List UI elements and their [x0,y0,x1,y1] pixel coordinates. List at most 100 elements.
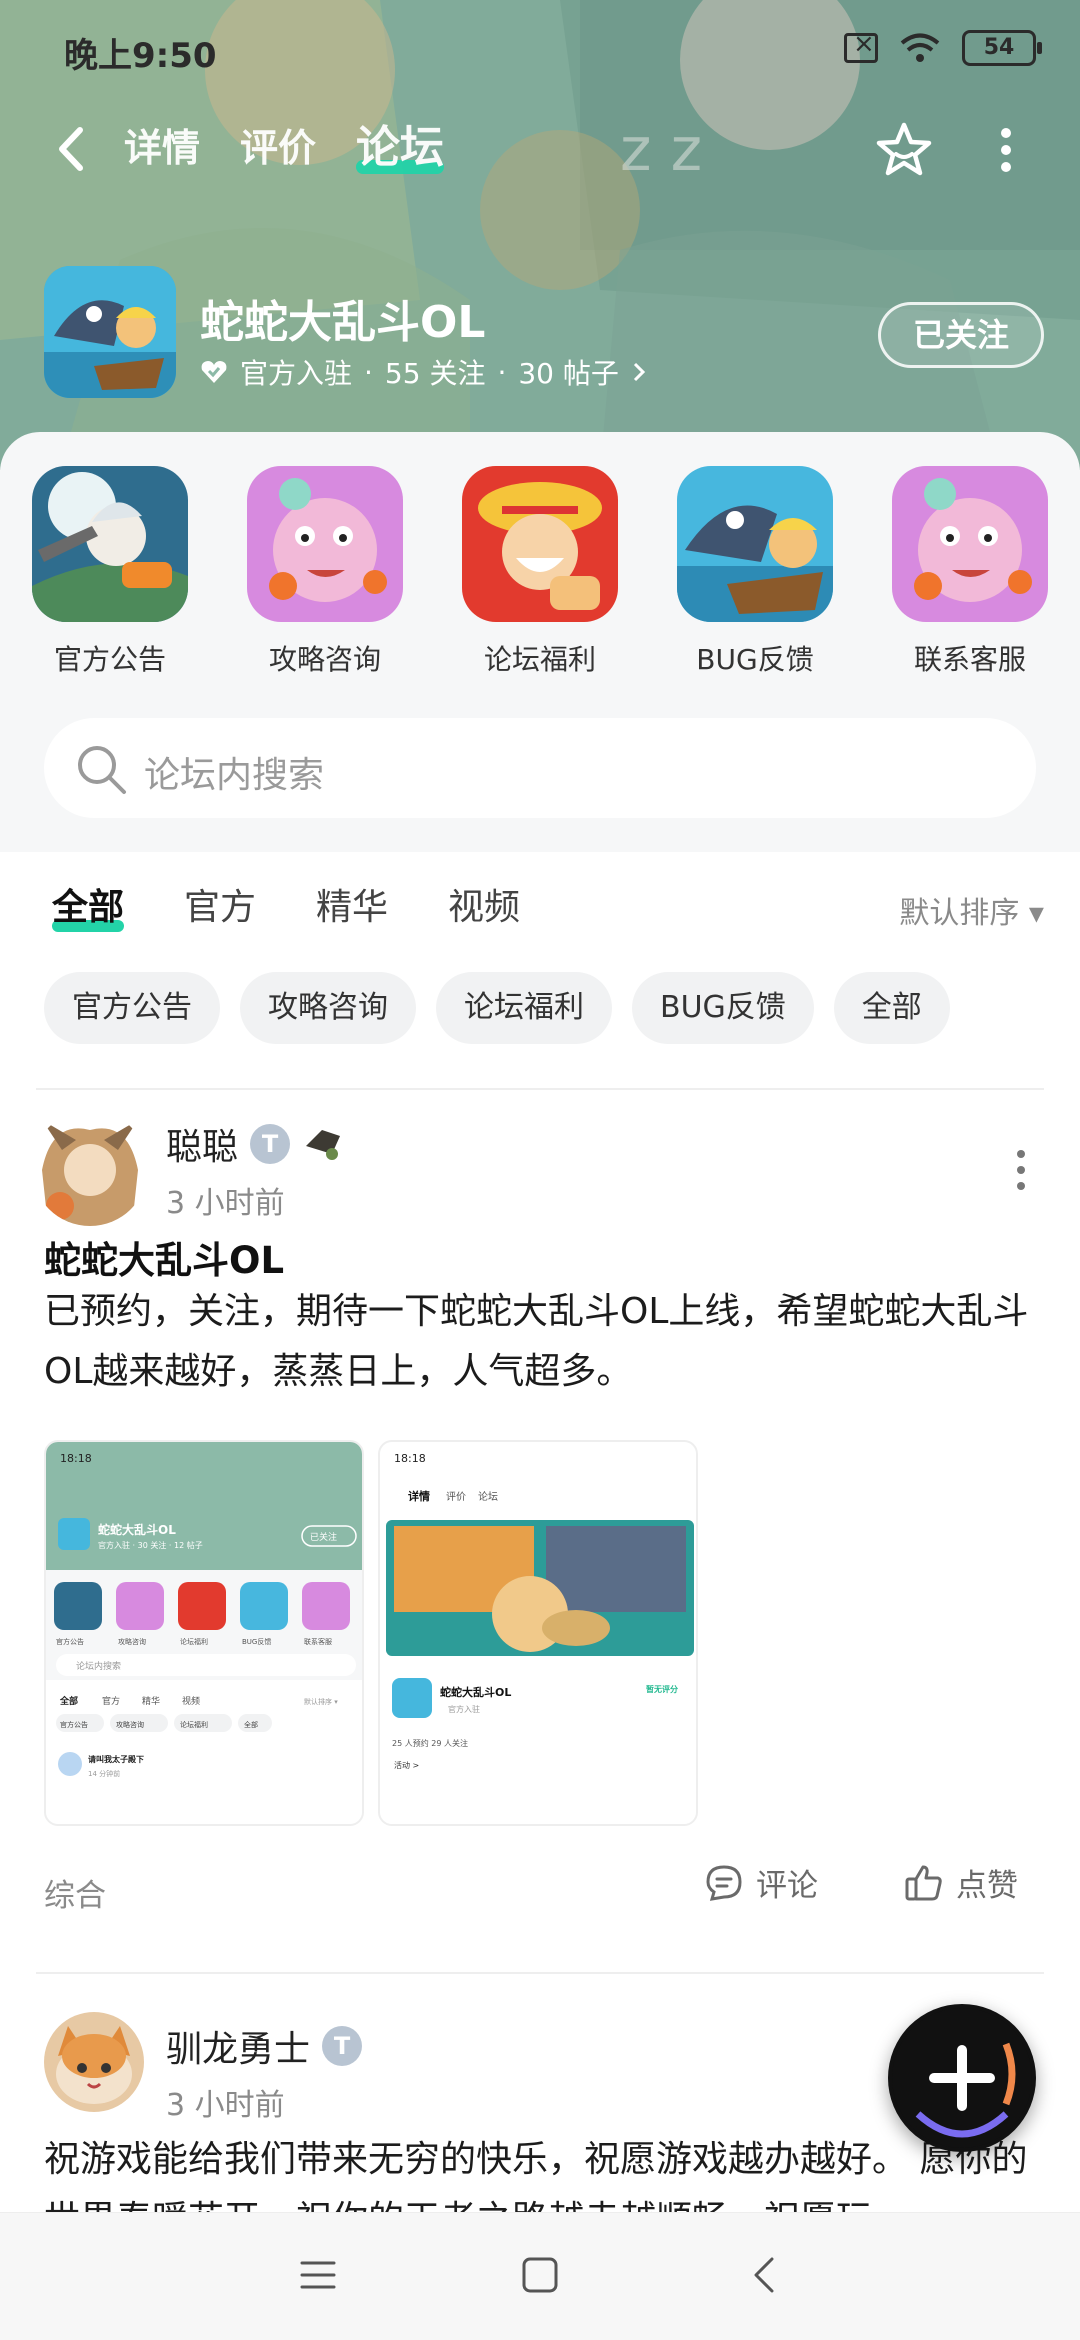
chip-welfare[interactable]: 论坛福利 [436,972,612,1044]
thumb1-chip-1: 官方公告 [60,1720,88,1729]
back-arrow-icon[interactable] [48,124,98,174]
thumb1-meta: 官方入驻 · 30 关注 · 12 帖子 [98,1540,203,1550]
post-footer: 综合 评论 点赞 [44,1860,1036,1920]
category-announcement[interactable]: 官方公告 [30,466,190,678]
top-nav: 详情 评价 论坛 [0,110,1080,190]
category-row: 官方公告 攻略咨询 论坛福利 BUG反馈 联系客服 [30,466,1050,678]
thumb1-cat-4: BUG反馈 [242,1637,271,1646]
status-bar: 晚上9:50 54 [0,0,1080,96]
status-time: 晚上9:50 [64,36,217,76]
welfare-art-icon [462,466,618,622]
search-input[interactable]: 论坛内搜索 [144,746,324,798]
thumb2-game-name: 蛇蛇大乱斗OL [440,1685,511,1699]
home-square-icon[interactable] [518,2253,562,2297]
category-support[interactable]: 联系客服 [890,466,1050,678]
nav-tabs: 详情 评价 论坛 [124,116,445,180]
post-image-2[interactable]: 18:18 详情 评价 论坛 蛇蛇大乱斗OL 官方入驻 暂无评分 25 人预约 … [378,1440,698,1826]
meta-separator: · [497,355,507,389]
more-menu-icon[interactable] [996,128,1016,172]
follow-button[interactable]: 已关注 [878,302,1044,368]
filter-tabs: 全部 官方 精华 视频 [52,880,520,936]
thumb1-time: 18:18 [60,1452,92,1465]
divider [36,1972,1044,1974]
new-post-button[interactable] [888,2004,1036,2152]
category-bug[interactable]: BUG反馈 [675,466,835,678]
header-banner: z z 晚上9:50 54 详情 评价 论坛 [0,0,1080,470]
system-nav-bar [0,2212,1080,2340]
tab-details[interactable]: 详情 [124,116,200,180]
thumb1-cat-1: 官方公告 [56,1637,84,1646]
level-badge-icon: T [250,1124,291,1164]
menu-icon[interactable] [296,2253,340,2297]
thumb2-activity: 活动 > [394,1760,419,1770]
post-time: 3 小时前 [166,1186,285,1221]
back-triangle-icon[interactable] [744,2253,788,2297]
game-title: 蛇蛇大乱斗OL [200,297,486,348]
post-username[interactable]: 驯龙勇士 T [166,2020,363,2072]
thumb2-tab-3: 论坛 [478,1490,498,1503]
forum-search-bar[interactable]: 论坛内搜索 [44,718,1036,818]
favorite-star-icon[interactable] [874,120,934,180]
thumb1-cat-5: 联系客服 [304,1637,332,1646]
thumb2-tab-2: 评价 [446,1491,466,1503]
sort-dropdown[interactable]: 默认排序 ▾ [899,888,1044,932]
level-badge-icon: T [322,2026,363,2066]
post-tag[interactable]: 综合 [44,1870,106,1915]
post-image-1[interactable]: 18:18 蛇蛇大乱斗OL 官方入驻 · 30 关注 · 12 帖子 已关注 官… [44,1440,364,1826]
filter-tab-all[interactable]: 全部 [52,880,125,936]
thumb1-tab-2: 官方 [102,1695,120,1707]
thumb2-stats: 25 人预约 29 人关注 [392,1738,468,1748]
filter-tab-official[interactable]: 官方 [184,880,256,936]
guide-art-icon [247,466,403,622]
topic-chips: 官方公告 攻略咨询 论坛福利 BUG反馈 全部 [44,972,950,1044]
thumb1-game-name: 蛇蛇大乱斗OL [98,1522,176,1537]
avatar[interactable] [44,2012,144,2112]
tab-forum[interactable]: 论坛 [356,116,445,180]
comment-button[interactable]: 评论 [704,1860,818,1905]
announcement-art-icon [32,466,188,622]
category-guide[interactable]: 攻略咨询 [245,466,405,678]
followers-count: 55 关注 [384,357,486,390]
post-card[interactable]: 聪聪 T 3 小时前 蛇蛇大乱斗OL 已预约，关注，期待一下蛇蛇大乱斗OL上线，… [0,1110,1080,1930]
thumb1-chip-4: 全部 [244,1720,258,1729]
category-sheet: 官方公告 攻略咨询 论坛福利 BUG反馈 联系客服 论坛内搜索 [0,432,1080,852]
chip-guide[interactable]: 攻略咨询 [240,972,416,1044]
wifi-icon [900,33,940,62]
support-art-icon [892,466,1048,622]
thumb2-no-rating: 暂无评分 [646,1684,678,1694]
thumb1-cat-3: 论坛福利 [180,1637,208,1646]
thumb2-time: 18:18 [394,1452,426,1465]
post-body[interactable]: 祝游戏能给我们带来无穷的快乐，祝愿游戏越办越好。 愿你的世界春暖花开，祝你的王者… [44,2130,1034,2212]
avatar[interactable] [32,1110,148,1226]
thumbs-up-icon [905,1865,942,1900]
like-button[interactable]: 点赞 [904,1860,1018,1905]
thumb1-follow: 已关注 [310,1531,337,1543]
tab-reviews[interactable]: 评价 [240,116,316,180]
chevron-right-icon [633,362,646,382]
meta-separator: · [364,355,373,389]
post-username[interactable]: 聪聪 T [166,1118,344,1170]
post-body[interactable]: 已预约，关注，期待一下蛇蛇大乱斗OL上线，希望蛇蛇大乱斗OL越来越好，蒸蒸日上，… [44,1282,1034,1402]
thumb1-post-time: 14 分钟前 [88,1769,120,1778]
category-welfare[interactable]: 论坛福利 [460,466,620,678]
chip-announcement[interactable]: 官方公告 [44,972,220,1044]
filter-tab-video[interactable]: 视频 [448,880,520,936]
hat-badge-icon [306,1130,341,1160]
thumb1-search: 论坛内搜索 [76,1660,121,1672]
thumb1-tab-3: 精华 [142,1695,160,1707]
battery-icon: 54 [962,30,1042,66]
thumb1-tab-1: 全部 [59,1695,78,1707]
thumb2-official: 官方入驻 [448,1704,480,1714]
bug-art-icon [677,466,833,622]
chip-bug[interactable]: BUG反馈 [632,972,814,1044]
posts-count: 30 帖子 [518,357,619,390]
verified-heart-icon [201,361,227,383]
filter-tab-featured[interactable]: 精华 [316,880,388,936]
thumb1-tab-4: 视频 [182,1695,200,1707]
game-icon[interactable] [44,266,176,398]
thumb1-post-user: 请叫我太子殿下 [88,1754,144,1764]
chip-all[interactable]: 全部 [833,972,950,1044]
game-meta[interactable]: 官方入驻 · 55 关注 · 30 帖子 [200,352,647,392]
post-more-icon[interactable] [1014,1150,1028,1190]
post-title[interactable]: 蛇蛇大乱斗OL [44,1230,284,1284]
